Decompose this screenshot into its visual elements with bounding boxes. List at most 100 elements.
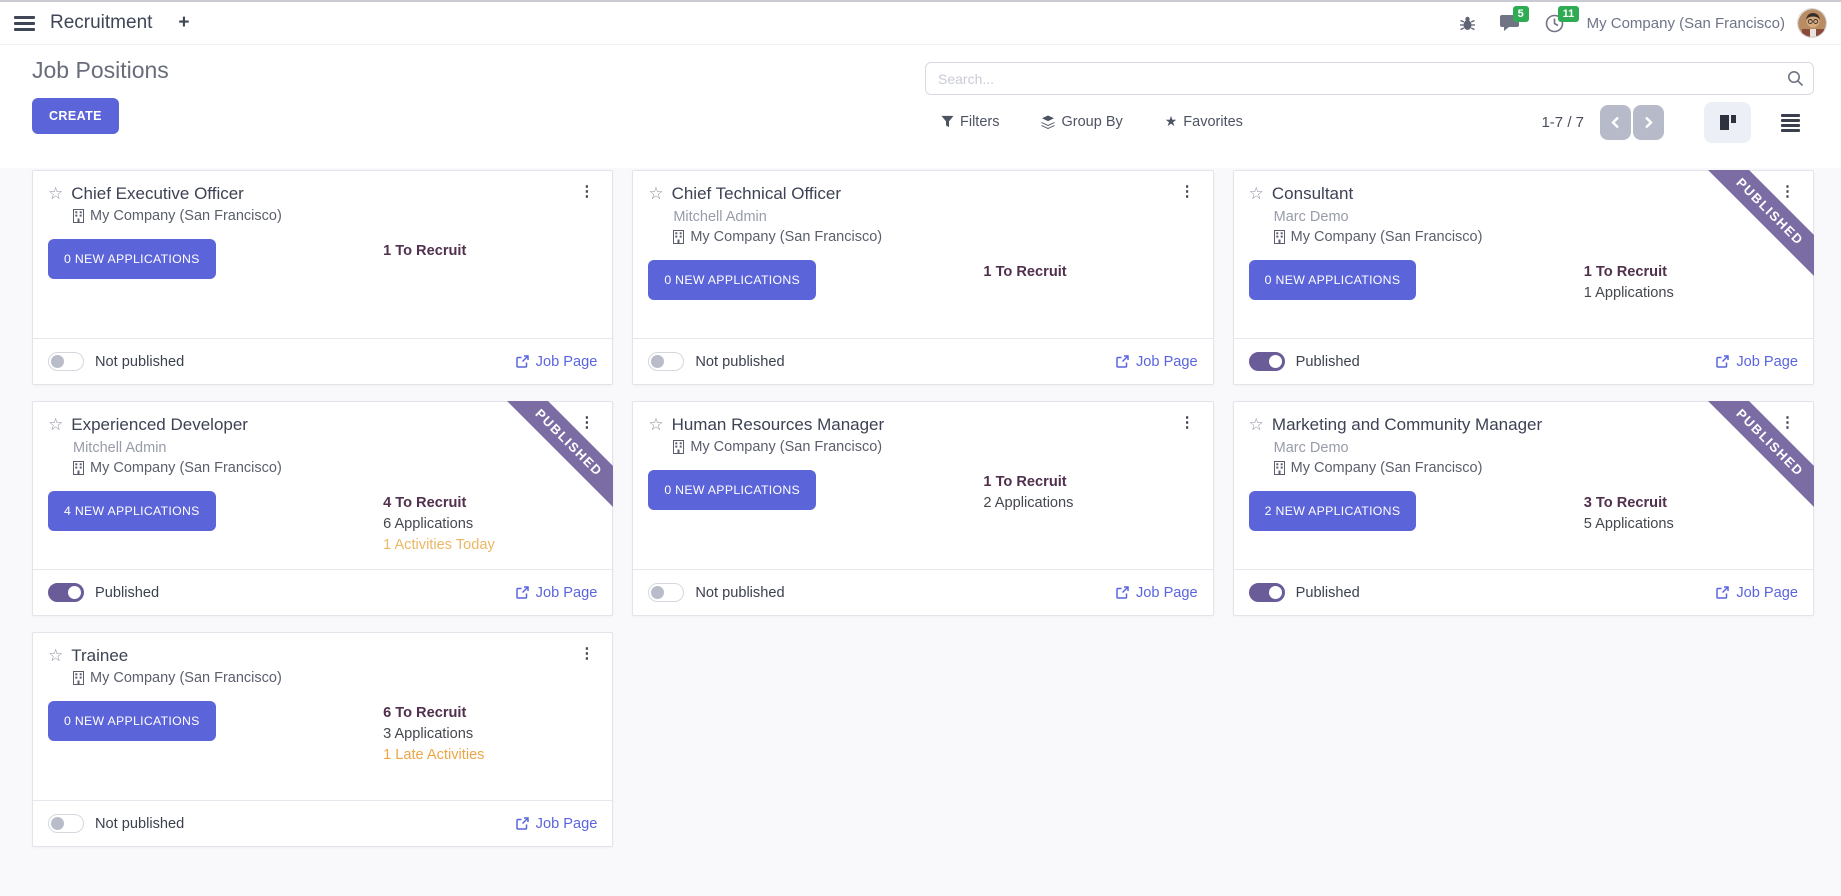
to-recruit-count[interactable]: 1 To Recruit: [1584, 262, 1674, 282]
chevron-left-icon: [1611, 116, 1620, 129]
publish-toggle[interactable]: [1249, 352, 1285, 371]
filters-button[interactable]: Filters: [941, 114, 999, 130]
job-title[interactable]: Human Resources Manager: [672, 414, 885, 435]
job-position-card[interactable]: ☆ Human Resources Manager ⋮ My Company (…: [632, 401, 1213, 616]
navbar-right: 5 11 My Company (San Francisco): [1440, 8, 1827, 38]
card-main: ☆ Chief Executive Officer ⋮ My Company (…: [33, 171, 612, 338]
publish-toggle[interactable]: [48, 583, 84, 602]
search-icon[interactable]: [1787, 70, 1804, 92]
new-applications-button[interactable]: 4 NEW APPLICATIONS: [48, 491, 216, 531]
applications-count[interactable]: 6 Applications: [383, 514, 495, 534]
user-avatar[interactable]: [1797, 8, 1827, 38]
app-title[interactable]: Recruitment: [50, 12, 152, 34]
job-page-link[interactable]: Job Page: [1716, 354, 1798, 370]
kebab-menu-icon[interactable]: ⋮: [1777, 414, 1798, 431]
building-icon: [1274, 230, 1285, 244]
job-position-card[interactable]: PUBLISHED ☆ Consultant ⋮ Marc Demo My Co…: [1233, 170, 1814, 385]
job-position-card[interactable]: ☆ Chief Executive Officer ⋮ My Company (…: [32, 170, 613, 385]
job-page-link[interactable]: Job Page: [1116, 354, 1198, 370]
to-recruit-count[interactable]: 1 To Recruit: [983, 262, 1066, 282]
debug-bug-icon[interactable]: [1454, 12, 1481, 35]
card-stats: 3 To Recruit 5 Applications: [1584, 493, 1674, 534]
group-by-button[interactable]: Group By: [1041, 114, 1122, 130]
applications-count[interactable]: 5 Applications: [1584, 514, 1674, 534]
favorite-star-icon[interactable]: ☆: [48, 414, 63, 435]
favorite-star-icon[interactable]: ☆: [648, 183, 663, 204]
favorite-star-icon[interactable]: ☆: [1249, 414, 1264, 435]
card-stats: 6 To Recruit 3 Applications 1 Late Activ…: [383, 703, 484, 765]
filter-funnel-icon: [941, 115, 954, 128]
card-stats: 4 To Recruit 6 Applications 1 Activities…: [383, 493, 495, 555]
apps-menu-icon[interactable]: [14, 16, 35, 31]
new-applications-button[interactable]: 0 NEW APPLICATIONS: [648, 470, 816, 510]
job-title[interactable]: Experienced Developer: [71, 414, 248, 435]
company-switcher[interactable]: My Company (San Francisco): [1587, 15, 1785, 32]
add-tab-icon[interactable]: +: [178, 12, 189, 34]
pager-previous-button[interactable]: [1600, 105, 1631, 140]
create-button[interactable]: CREATE: [32, 98, 119, 134]
search-bar: [925, 62, 1814, 95]
kebab-menu-icon[interactable]: ⋮: [576, 183, 597, 200]
card-body: 0 NEW APPLICATIONS 6 To Recruit 3 Applic…: [48, 701, 597, 741]
new-applications-button[interactable]: 0 NEW APPLICATIONS: [48, 239, 216, 279]
activities-clock-icon[interactable]: 11: [1540, 11, 1569, 36]
job-position-card[interactable]: PUBLISHED ☆ Experienced Developer ⋮ Mitc…: [32, 401, 613, 616]
search-input[interactable]: [925, 62, 1814, 95]
publish-toggle[interactable]: [648, 583, 684, 602]
job-page-link[interactable]: Job Page: [1716, 585, 1798, 601]
job-page-link[interactable]: Job Page: [516, 816, 598, 832]
job-title[interactable]: Consultant: [1272, 183, 1353, 204]
favorite-star-icon[interactable]: ☆: [1249, 183, 1264, 204]
favorite-star-icon[interactable]: ☆: [48, 183, 63, 204]
new-applications-button[interactable]: 2 NEW APPLICATIONS: [1249, 491, 1417, 531]
new-applications-button[interactable]: 0 NEW APPLICATIONS: [48, 701, 216, 741]
new-applications-button[interactable]: 0 NEW APPLICATIONS: [648, 260, 816, 300]
job-page-link[interactable]: Job Page: [516, 354, 598, 370]
kebab-menu-icon[interactable]: ⋮: [1177, 414, 1198, 431]
to-recruit-count[interactable]: 6 To Recruit: [383, 703, 484, 723]
to-recruit-count[interactable]: 1 To Recruit: [383, 241, 466, 261]
toggle-knob: [1269, 586, 1282, 599]
toggle-knob: [51, 817, 64, 830]
job-title[interactable]: Marketing and Community Manager: [1272, 414, 1542, 435]
card-body: 0 NEW APPLICATIONS 1 To Recruit: [48, 239, 597, 279]
publish-toggle[interactable]: [48, 814, 84, 833]
applications-count[interactable]: 3 Applications: [383, 724, 484, 744]
new-applications-button[interactable]: 0 NEW APPLICATIONS: [1249, 260, 1417, 300]
job-title[interactable]: Chief Technical Officer: [672, 183, 841, 204]
list-view-button[interactable]: [1767, 102, 1814, 143]
job-page-link[interactable]: Job Page: [516, 585, 598, 601]
publish-toggle[interactable]: [48, 352, 84, 371]
to-recruit-count[interactable]: 1 To Recruit: [983, 472, 1073, 492]
favorite-star-icon[interactable]: ☆: [648, 414, 663, 435]
pager-next-button[interactable]: [1633, 105, 1664, 140]
activity-label[interactable]: 1 Activities Today: [383, 535, 495, 555]
messages-icon[interactable]: 5: [1495, 11, 1526, 35]
favorites-label: Favorites: [1183, 114, 1243, 130]
job-position-card[interactable]: ☆ Trainee ⋮ My Company (San Francisco) 0…: [32, 632, 613, 847]
to-recruit-count[interactable]: 4 To Recruit: [383, 493, 495, 513]
kebab-menu-icon[interactable]: ⋮: [1777, 183, 1798, 200]
job-title[interactable]: Trainee: [71, 645, 128, 666]
kebab-menu-icon[interactable]: ⋮: [576, 645, 597, 662]
external-link-icon: [1716, 355, 1729, 368]
job-position-card[interactable]: PUBLISHED ☆ Marketing and Community Mana…: [1233, 401, 1814, 616]
card-main: ☆ Chief Technical Officer ⋮ Mitchell Adm…: [633, 171, 1212, 338]
publish-toggle[interactable]: [648, 352, 684, 371]
job-title[interactable]: Chief Executive Officer: [71, 183, 244, 204]
to-recruit-count[interactable]: 3 To Recruit: [1584, 493, 1674, 513]
kanban-view-button[interactable]: [1704, 102, 1751, 143]
card-main: ☆ Trainee ⋮ My Company (San Francisco) 0…: [33, 633, 612, 800]
applications-count[interactable]: 1 Applications: [1584, 283, 1674, 303]
publish-toggle[interactable]: [1249, 583, 1285, 602]
kebab-menu-icon[interactable]: ⋮: [576, 414, 597, 431]
job-page-link[interactable]: Job Page: [1116, 585, 1198, 601]
publish-status-label: Published: [1296, 585, 1360, 601]
building-icon: [73, 461, 84, 475]
activity-label[interactable]: 1 Late Activities: [383, 745, 484, 765]
favorites-button[interactable]: ★ Favorites: [1165, 113, 1243, 130]
favorite-star-icon[interactable]: ☆: [48, 645, 63, 666]
applications-count[interactable]: 2 Applications: [983, 493, 1073, 513]
job-position-card[interactable]: ☆ Chief Technical Officer ⋮ Mitchell Adm…: [632, 170, 1213, 385]
kebab-menu-icon[interactable]: ⋮: [1177, 183, 1198, 200]
